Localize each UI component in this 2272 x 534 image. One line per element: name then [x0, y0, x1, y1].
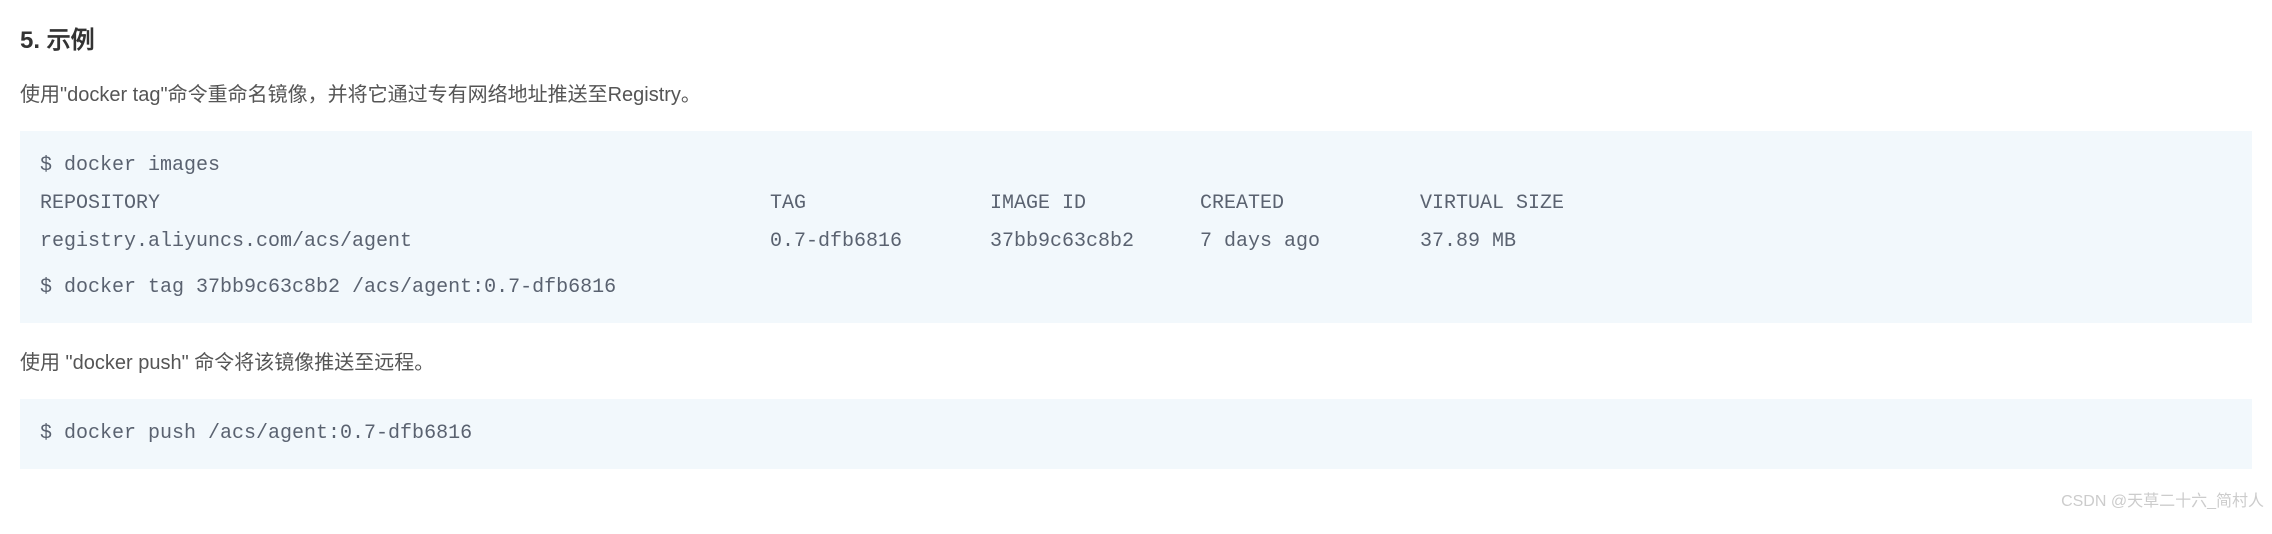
code-command-images: $ docker images: [40, 147, 2232, 185]
row-virtual-size: 37.89 MB: [1420, 223, 1516, 261]
header-created: CREATED: [1200, 185, 1420, 223]
code-block-2: $ docker push /acs/agent:0.7-dfb6816: [20, 399, 2252, 469]
code-command-tag: $ docker tag 37bb9c63c8b2 /acs/agent:0.7…: [40, 269, 2232, 307]
description-1: 使用"docker tag"命令重命名镜像，并将它通过专有网络地址推送至Regi…: [20, 79, 2252, 111]
description-2: 使用 "docker push" 命令将该镜像推送至远程。: [20, 347, 2252, 379]
row-repository: registry.aliyuncs.com/acs/agent: [40, 223, 770, 261]
watermark: CSDN @天草二十六_简村人: [2061, 487, 2264, 511]
header-tag: TAG: [770, 185, 990, 223]
header-repository: REPOSITORY: [40, 185, 770, 223]
code-table-row: registry.aliyuncs.com/acs/agent0.7-dfb68…: [40, 223, 2232, 261]
header-image-id: IMAGE ID: [990, 185, 1200, 223]
row-tag: 0.7-dfb6816: [770, 223, 990, 261]
header-virtual-size: VIRTUAL SIZE: [1420, 185, 1564, 223]
row-image-id: 37bb9c63c8b2: [990, 223, 1200, 261]
row-created: 7 days ago: [1200, 223, 1420, 261]
code-block-1: $ docker imagesREPOSITORYTAGIMAGE IDCREA…: [20, 131, 2252, 323]
code-table-header: REPOSITORYTAGIMAGE IDCREATEDVIRTUAL SIZE: [40, 185, 2232, 223]
code-command-push: $ docker push /acs/agent:0.7-dfb6816: [40, 415, 2232, 453]
section-heading: 5. 示例: [20, 20, 2252, 55]
